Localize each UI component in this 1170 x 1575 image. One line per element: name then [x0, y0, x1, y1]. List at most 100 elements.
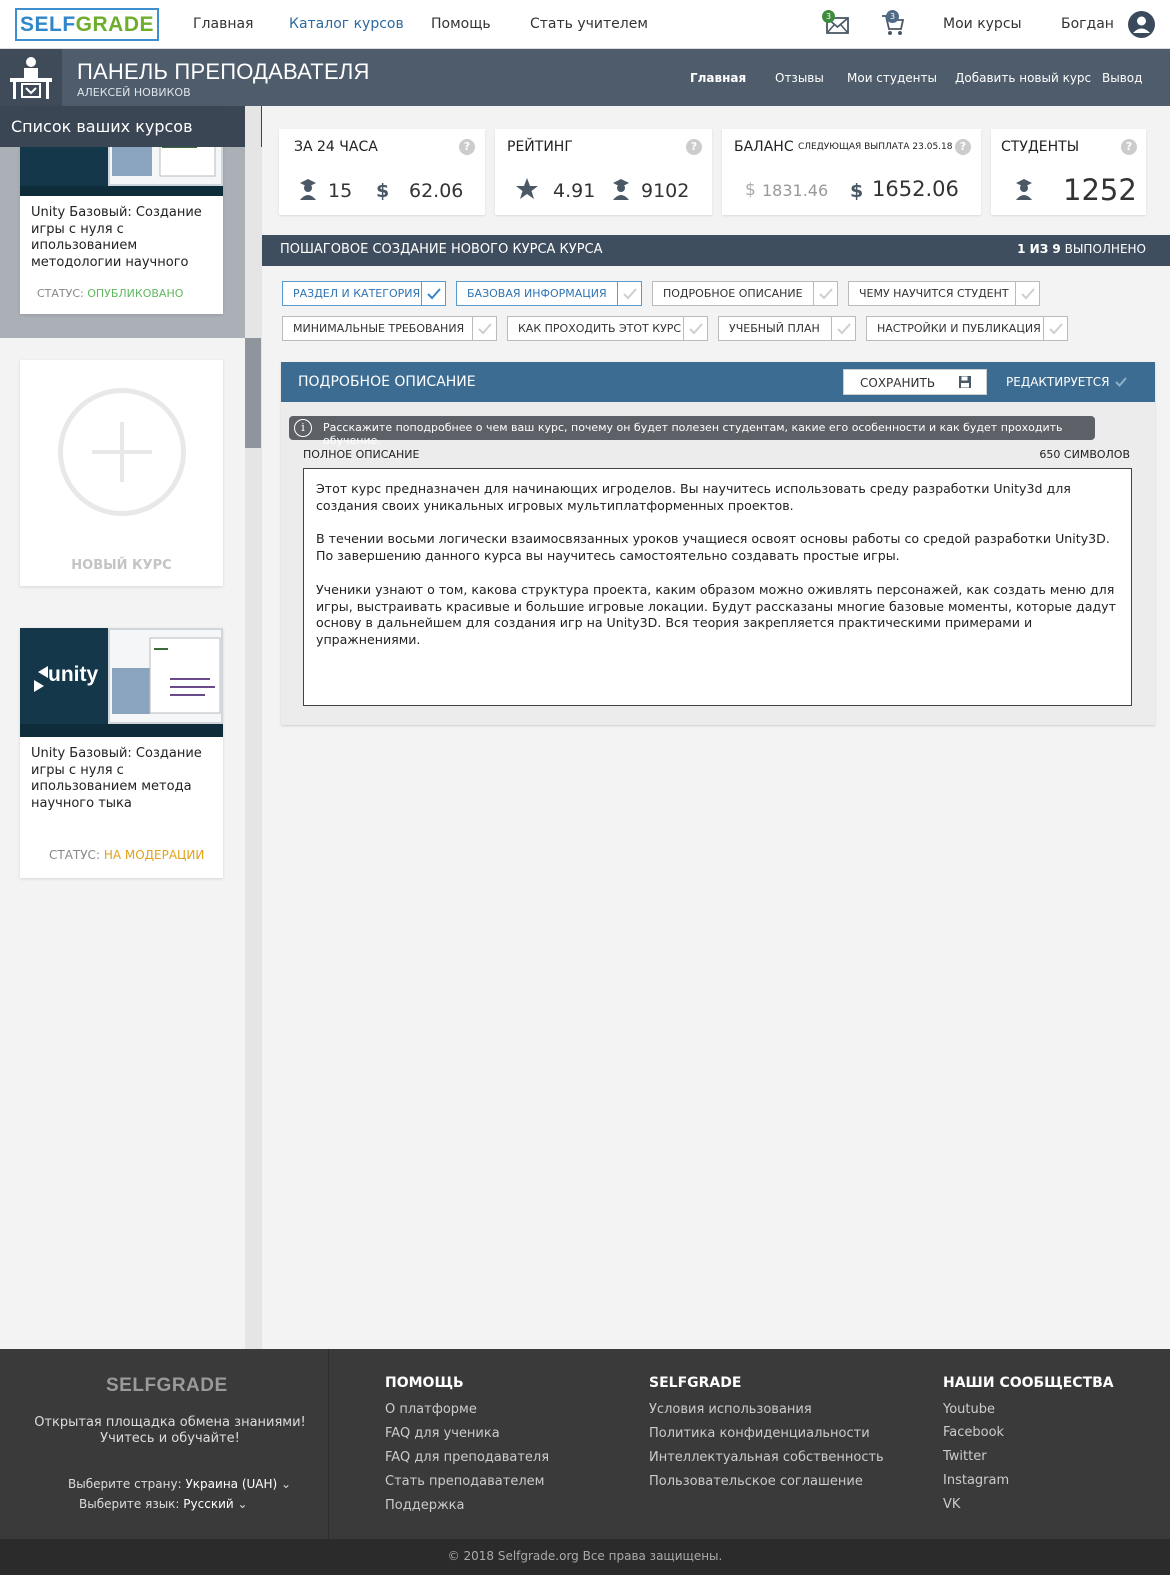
panel-link-students[interactable]: Мои студенты: [847, 71, 937, 85]
check-icon: [617, 282, 641, 305]
sidebar-scrollbar-thumb[interactable]: [245, 338, 261, 448]
nav-become-teacher[interactable]: Стать учителем: [530, 16, 648, 32]
description-editor-panel: ПОДРОБНОЕ ОПИСАНИЕ СОХРАНИТЬ РЕДАКТИРУЕТ…: [281, 362, 1155, 725]
footer-link[interactable]: Пользовательское соглашение: [649, 1474, 863, 1489]
nav-catalog[interactable]: Каталог курсов: [289, 16, 404, 32]
footer-logo[interactable]: SELFGRADE: [106, 1375, 228, 1397]
cart-button[interactable]: 3: [880, 10, 906, 38]
new-course-card[interactable]: НОВЫЙ КУРС: [20, 360, 223, 586]
panel-title: ПАНЕЛЬ ПРЕПОДАВАТЕЛЯ: [77, 59, 370, 84]
stat-title: ЗА 24 ЧАСА: [294, 139, 378, 155]
country-selector[interactable]: Выберите страну: Украина (UAH) ⌄: [68, 1477, 291, 1491]
step-section-category[interactable]: РАЗДЕЛ И КАТЕГОРИЯ: [282, 281, 446, 306]
user-name[interactable]: Богдан: [1061, 16, 1114, 32]
wizard-header: ПОШАГОВОЕ СОЗДАНИЕ НОВОГО КУРСА КУРСА 1 …: [262, 235, 1170, 266]
footer-link[interactable]: FAQ для ученика: [385, 1426, 500, 1441]
footer: SELFGRADE Открытая площадка обмена знани…: [0, 1349, 1170, 1539]
teacher-panel-header: ПАНЕЛЬ ПРЕПОДАВАТЕЛЯ АЛЕКСЕЙ НОВИКОВ Гла…: [0, 49, 1170, 106]
new-course-label: НОВЫЙ КУРС: [71, 558, 172, 573]
chevron-down-icon: ⌄: [281, 1477, 292, 1491]
step-settings-publish[interactable]: НАСТРОЙКИ И ПУБЛИКАЦИЯ: [866, 316, 1068, 341]
balance-available: 1652.06: [872, 177, 959, 201]
footer-link[interactable]: Стать преподавателем: [385, 1474, 544, 1489]
stat-card-balance: БАЛАНС СЛЕДУЮЩАЯ ВЫПЛАТА 23.05.18 ? $ 18…: [722, 129, 981, 215]
step-how-to-take-course[interactable]: КАК ПРОХОДИТЬ ЭТОТ КУРС: [507, 316, 708, 341]
footer-link[interactable]: Условия использования: [649, 1402, 812, 1417]
check-icon: [472, 317, 496, 340]
stat-students-total: 1252: [1063, 173, 1137, 207]
panel-link-reviews[interactable]: Отзывы: [775, 71, 824, 85]
description-field-label: ПОЛНОЕ ОПИСАНИЕ: [303, 448, 420, 461]
footer-link[interactable]: О платформе: [385, 1402, 477, 1417]
footer-link[interactable]: FAQ для преподавателя: [385, 1450, 549, 1465]
stat-card-students: СТУДЕНТЫ ? 1252: [991, 129, 1146, 215]
dollar-icon: $: [850, 180, 864, 202]
check-icon: [1015, 282, 1039, 305]
save-button[interactable]: СОХРАНИТЬ: [843, 369, 987, 395]
footer-link-facebook[interactable]: Facebook: [943, 1425, 1004, 1440]
panel-link-add-course[interactable]: Добавить новый курс: [955, 71, 1091, 85]
logo-part-self: SELF: [19, 12, 76, 36]
editing-status: РЕДАКТИРУЕТСЯ: [1006, 375, 1110, 389]
chevron-down-icon: ⌄: [237, 1497, 248, 1511]
course-status: СТАТУС: НА МОДЕРАЦИИ: [49, 848, 205, 862]
step-what-students-learn[interactable]: ЧЕМУ НАУЧИТСЯ СТУДЕНТ: [848, 281, 1040, 306]
panel-link-home[interactable]: Главная: [690, 71, 746, 85]
footer-link-youtube[interactable]: Youtube: [943, 1402, 995, 1417]
student-icon: [300, 179, 316, 200]
char-counter: 650 СИМВОЛОВ: [1039, 448, 1130, 461]
floppy-disk-icon: [959, 376, 971, 388]
help-icon[interactable]: ?: [686, 139, 702, 155]
teacher-name: АЛЕКСЕЙ НОВИКОВ: [77, 86, 191, 99]
nav-help[interactable]: Помощь: [431, 16, 491, 32]
stat-students-24h: 15: [328, 180, 353, 202]
teacher-desk-icon: [0, 49, 62, 106]
help-icon[interactable]: ?: [1121, 139, 1137, 155]
wizard-title: ПОШАГОВОЕ СОЗДАНИЕ НОВОГО КУРСА КУРСА: [280, 242, 603, 257]
messages-button[interactable]: 3: [822, 10, 850, 38]
course-card-moderation[interactable]: unity Unity Базовый: Создание игры с нул…: [20, 628, 223, 878]
messages-count-badge: 3: [822, 10, 835, 23]
footer-help-title: ПОМОЩЬ: [385, 1375, 464, 1391]
course-thumbnail: unity: [20, 628, 223, 737]
top-navbar: SELF GRADE Главная Каталог курсов Помощь …: [0, 0, 1170, 49]
panel-link-withdraw[interactable]: Вывод: [1102, 71, 1142, 85]
description-textarea[interactable]: Этот курс предназначен для начинающих иг…: [303, 468, 1132, 706]
nav-home[interactable]: Главная: [193, 16, 253, 32]
stat-title: БАЛАНС: [734, 139, 794, 155]
courses-sidebar: Unity Базовый: Создание игры с нуля с ип…: [0, 106, 262, 1349]
footer-link-instagram[interactable]: Instagram: [943, 1473, 1009, 1488]
footer-link[interactable]: Политика конфиденциальности: [649, 1426, 870, 1441]
step-basic-info[interactable]: БАЗОВАЯ ИНФОРМАЦИЯ: [456, 281, 642, 306]
footer-communities-title: НАШИ СООБЩЕСТВА: [943, 1375, 1114, 1391]
help-icon[interactable]: ?: [459, 139, 475, 155]
plus-icon: [58, 388, 186, 516]
footer-link-twitter[interactable]: Twitter: [943, 1449, 987, 1464]
step-min-requirements[interactable]: МИНИМАЛЬНЫЕ ТРЕБОВАНИЯ: [282, 316, 497, 341]
stat-card-rating: РЕЙТИНГ ? 4.91 9102: [495, 129, 712, 215]
description-paragraph: Ученики узнают о том, какова структура п…: [316, 581, 1116, 648]
student-icon: [1016, 179, 1032, 200]
check-icon: [683, 317, 707, 340]
footer-link[interactable]: Интеллектуальная собственность: [649, 1450, 884, 1465]
description-paragraph: Этот курс предназначен для начинающих иг…: [316, 481, 1071, 513]
help-icon[interactable]: ?: [955, 139, 971, 155]
check-icon: [1043, 317, 1067, 340]
sidebar-scrollbar-track[interactable]: [245, 106, 261, 1349]
check-icon: [421, 282, 445, 305]
footer-link-vk[interactable]: VK: [943, 1497, 960, 1512]
nav-my-courses[interactable]: Мои курсы: [943, 16, 1022, 32]
stat-rating: 4.91: [553, 180, 596, 202]
step-curriculum[interactable]: УЧЕБНЫЙ ПЛАН: [718, 316, 856, 341]
step-detailed-description[interactable]: ПОДРОБНОЕ ОПИСАНИЕ: [652, 281, 838, 306]
unity-logo-text: unity: [48, 663, 99, 686]
user-avatar[interactable]: [1128, 11, 1155, 38]
footer-link[interactable]: Поддержка: [385, 1498, 465, 1513]
sidebar-title: Список ваших курсов: [0, 106, 262, 147]
selfgrade-logo[interactable]: SELF GRADE: [15, 8, 159, 41]
stat-reviews: 9102: [641, 180, 690, 202]
star-icon: [516, 178, 538, 199]
balance-pending: 1831.46: [762, 181, 829, 200]
footer-selfgrade-title: SELFGRADE: [649, 1375, 742, 1391]
language-selector[interactable]: Выберите язык: Русский ⌄: [79, 1497, 248, 1511]
